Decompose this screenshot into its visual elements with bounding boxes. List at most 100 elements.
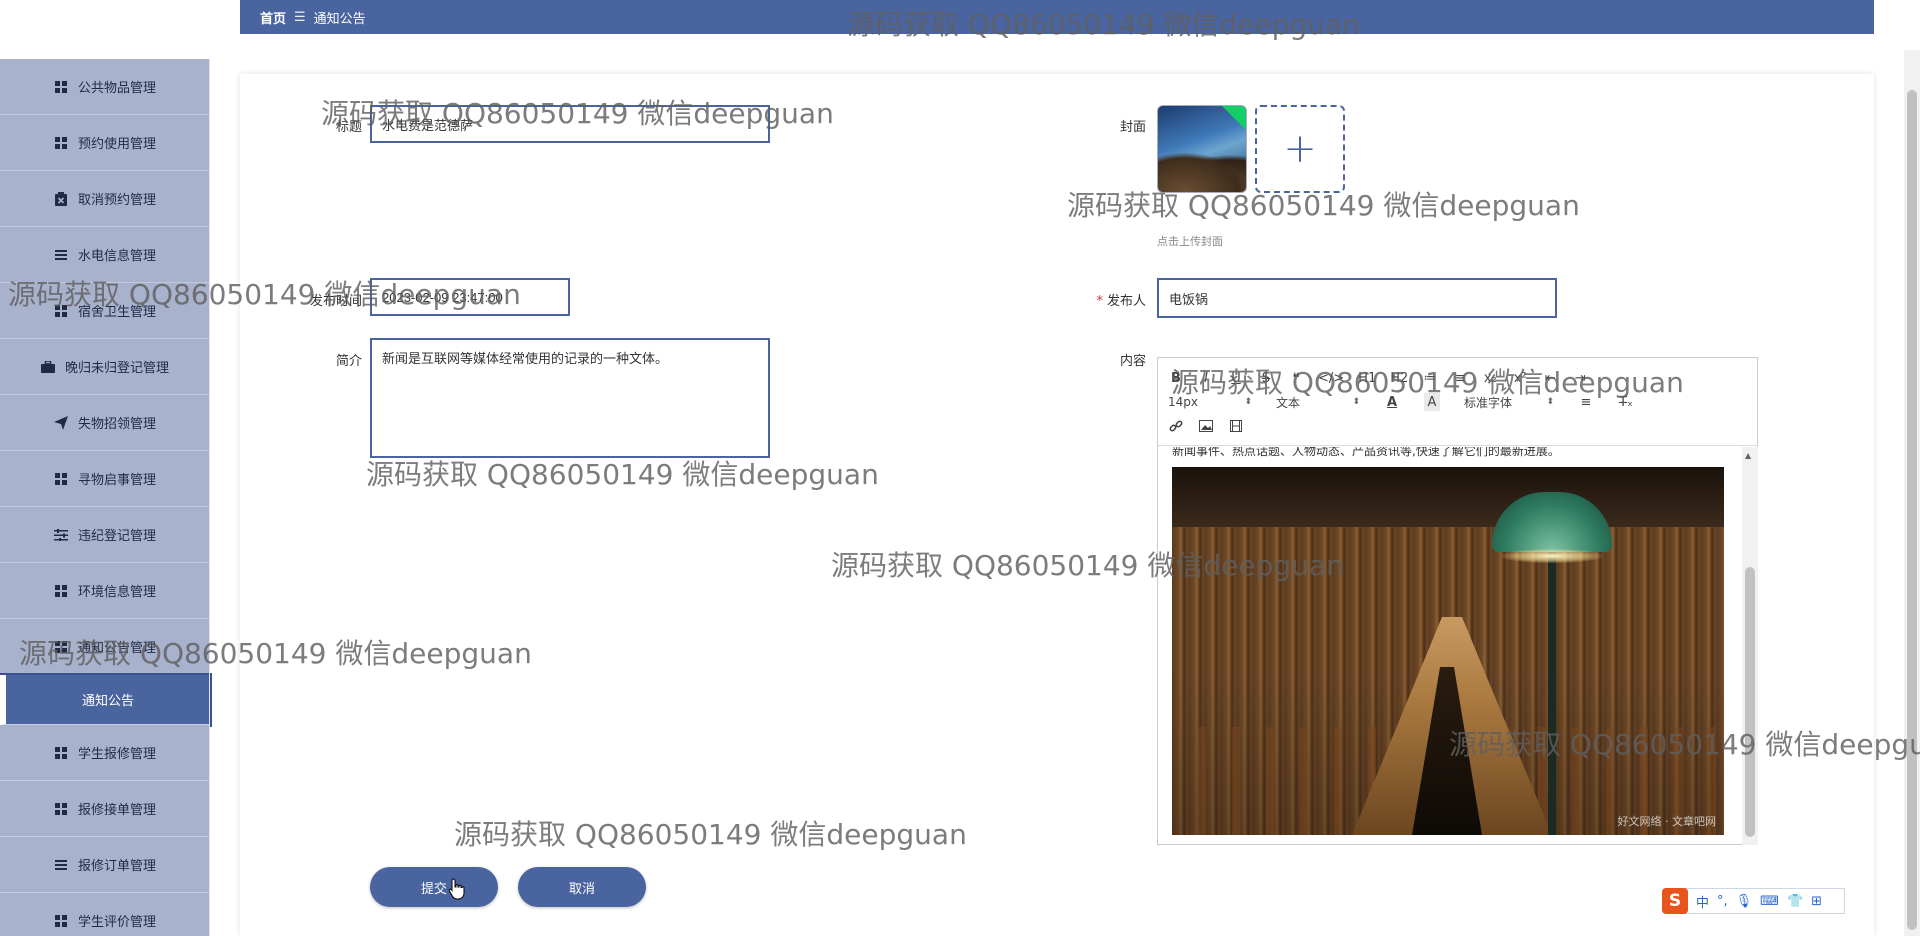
- plus-icon: +: [1283, 126, 1317, 172]
- indent-button[interactable]: ⇥: [1572, 369, 1588, 387]
- link-icon[interactable]: [1168, 417, 1184, 435]
- ime-punct[interactable]: °,: [1717, 894, 1728, 909]
- breadcrumb-current: 通知公告: [313, 11, 366, 27]
- ime-toolbar[interactable]: S 中 °, 🎙 ⌨ 👕 ⊞: [1662, 888, 1845, 914]
- grid-icon: [54, 914, 68, 928]
- clear-format-icon[interactable]: T̶ₓ: [1618, 393, 1634, 411]
- cancel-button[interactable]: 取消: [518, 867, 646, 907]
- rich-text-editor[interactable]: B I U S ❝ </> H1 H2 ≔ ≡ x₂ x² ⇤ ⇥ 14px ⬍ …: [1157, 357, 1758, 845]
- keyboard-icon[interactable]: ⌨: [1760, 894, 1779, 909]
- text-type-value: 文本: [1276, 395, 1301, 410]
- breadcrumb: 首页 ☰ 通知公告: [240, 0, 1874, 34]
- code-block-button[interactable]: </>: [1318, 369, 1344, 387]
- submit-button[interactable]: 提交: [370, 867, 498, 907]
- sidebar-item-label: 失物招领管理: [77, 417, 156, 432]
- grid-icon: [54, 80, 68, 94]
- font-size-value: 14px: [1168, 395, 1198, 409]
- h1-button[interactable]: H1: [1358, 369, 1376, 387]
- sidebar-item-dorm-hygiene[interactable]: 宿舍卫生管理: [0, 283, 210, 339]
- cover-rocks: [1158, 152, 1246, 192]
- sidebar-item-label: 通知公告管理: [77, 641, 156, 656]
- scroll-up-icon[interactable]: ▲: [1745, 451, 1751, 460]
- grid-icon: [54, 584, 68, 598]
- cover-label: 封面: [1119, 120, 1146, 135]
- list-icon: [54, 858, 68, 872]
- mic-icon[interactable]: 🎙: [1736, 894, 1753, 909]
- font-family-value: 标准字体: [1464, 395, 1513, 410]
- publish-time-label: 发布时间: [309, 294, 362, 309]
- intro-textarea[interactable]: 新闻是互联网等媒体经常使用的记录的一种文体。: [370, 338, 770, 458]
- cover-upload-button[interactable]: +: [1255, 105, 1345, 193]
- editor-toolbar: B I U S ❝ </> H1 H2 ≔ ≡ x₂ x² ⇤ ⇥ 14px ⬍ …: [1158, 358, 1757, 446]
- library-image: 好文网络 · 文章吧网: [1172, 467, 1724, 835]
- text-type-select[interactable]: 文本 ⬍: [1276, 393, 1360, 411]
- sidebar-item-student-repair[interactable]: 学生报修管理: [0, 725, 210, 781]
- italic-button[interactable]: I: [1198, 369, 1214, 387]
- video-icon[interactable]: [1228, 417, 1244, 435]
- font-size-select[interactable]: 14px ⬍: [1168, 393, 1252, 411]
- sidebar-item-label: 学生评价管理: [77, 915, 156, 930]
- title-input[interactable]: [370, 105, 770, 143]
- sidebar-item-student-review[interactable]: 学生评价管理: [0, 893, 210, 936]
- blockquote-button[interactable]: ❝: [1288, 369, 1304, 387]
- editor-scrollbar[interactable]: ▲: [1742, 447, 1758, 845]
- sidebar-item-cancel-reservation[interactable]: 取消预约管理: [0, 171, 210, 227]
- sidebar-item-label: 学生报修管理: [77, 747, 156, 762]
- image-icon[interactable]: [1198, 417, 1214, 435]
- apps-icon[interactable]: ⊞: [1811, 894, 1822, 909]
- briefcase-icon: [40, 360, 55, 374]
- sogou-logo-icon[interactable]: S: [1662, 888, 1688, 914]
- publisher-input[interactable]: [1157, 278, 1557, 318]
- paper-plane-icon: [53, 415, 68, 430]
- sidebar: 公共物品管理 预约使用管理 取消预约管理 水电信息管理 宿舍卫生管理 晚归未归登…: [0, 0, 212, 936]
- sidebar-item-label: 环境信息管理: [77, 585, 156, 600]
- editor-toolbar-row-3: [1168, 414, 1747, 438]
- sidebar-item-notice-management[interactable]: 通知公告管理: [0, 619, 210, 675]
- grid-icon: [54, 136, 68, 150]
- ordered-list-button[interactable]: ≔: [1422, 369, 1438, 387]
- sidebar-subitem-label: 通知公告: [81, 694, 134, 709]
- sidebar-item-public-goods[interactable]: 公共物品管理: [0, 59, 210, 115]
- sidebar-item-environment[interactable]: 环境信息管理: [0, 563, 210, 619]
- editor-toolbar-row-1: B I U S ❝ </> H1 H2 ≔ ≡ x₂ x² ⇤ ⇥: [1168, 366, 1747, 390]
- cover-image[interactable]: [1157, 105, 1247, 193]
- list-icon: [54, 248, 68, 262]
- bullet-list-button[interactable]: ≡: [1452, 369, 1468, 387]
- sidebar-item-reservation[interactable]: 预约使用管理: [0, 115, 210, 171]
- bold-button[interactable]: B: [1168, 369, 1184, 387]
- sidebar-item-lost-found[interactable]: 失物招领管理: [0, 395, 210, 451]
- sidebar-item-label: 取消预约管理: [77, 193, 156, 208]
- ime-lang[interactable]: 中: [1696, 892, 1709, 911]
- grid-icon: [54, 304, 68, 318]
- sidebar-item-discipline[interactable]: 违纪登记管理: [0, 507, 210, 563]
- publish-time-input[interactable]: [370, 278, 570, 316]
- breadcrumb-separator: ☰: [294, 9, 306, 25]
- strike-button[interactable]: S: [1258, 369, 1274, 387]
- shirt-icon[interactable]: 👕: [1787, 894, 1803, 909]
- subscript-button[interactable]: x₂: [1482, 369, 1498, 387]
- uploaded-check-icon: [1222, 106, 1246, 130]
- page-scroll-thumb[interactable]: [1907, 90, 1917, 930]
- sidebar-item-search-notice[interactable]: 寻物启事管理: [0, 451, 210, 507]
- editor-scroll-thumb[interactable]: [1745, 567, 1755, 837]
- h2-button[interactable]: H2: [1390, 369, 1408, 387]
- sidebar-item-label: 报修接单管理: [77, 803, 156, 818]
- sidebar-divider: [209, 59, 210, 936]
- breadcrumb-home[interactable]: 首页: [260, 8, 286, 27]
- outdent-button[interactable]: ⇤: [1542, 369, 1558, 387]
- background-color-icon[interactable]: A: [1424, 393, 1440, 411]
- font-family-select[interactable]: 标准字体 ⬍: [1464, 393, 1554, 411]
- font-color-icon[interactable]: A: [1384, 393, 1400, 411]
- underline-button[interactable]: U: [1228, 369, 1244, 387]
- editor-content[interactable]: 新闻事件、热点话题、人物动态、产品资讯等,快速了解它们的最新进展。 好文网络 ·…: [1158, 447, 1742, 845]
- page-scrollbar[interactable]: [1904, 50, 1920, 936]
- sidebar-item-repair-accept[interactable]: 报修接单管理: [0, 781, 210, 837]
- sidebar-item-repair-order[interactable]: 报修订单管理: [0, 837, 210, 893]
- content-label: 内容: [1119, 354, 1146, 369]
- sidebar-item-late-return[interactable]: 晚归未归登记管理: [0, 339, 210, 395]
- sidebar-item-label: 报修订单管理: [77, 859, 156, 874]
- superscript-button[interactable]: x²: [1512, 369, 1528, 387]
- sidebar-subitem-notice[interactable]: 通知公告: [0, 673, 212, 727]
- sidebar-item-utilities[interactable]: 水电信息管理: [0, 227, 210, 283]
- align-icon[interactable]: ≡: [1578, 393, 1594, 411]
